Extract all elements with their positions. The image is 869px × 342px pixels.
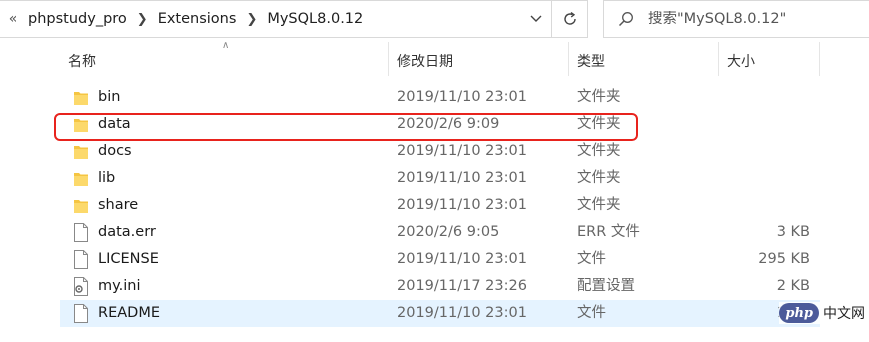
file-row[interactable]: my.ini 2019/11/17 23:26 配置设置 2 KB (60, 273, 820, 300)
chevron-down-icon[interactable] (521, 1, 551, 37)
toolbar: « phpstudy_pro ❯ Extensions ❯ MySQL8.0.1… (0, 0, 869, 42)
breadcrumb-mysql[interactable]: MySQL8.0.12 (263, 11, 371, 27)
folder-icon (73, 88, 89, 107)
file-size: 2 KB (776, 278, 810, 294)
breadcrumb-phpstudy-pro[interactable]: phpstudy_pro (24, 11, 135, 27)
file-name: lib (98, 170, 116, 186)
refresh-icon (563, 11, 576, 25)
file-name: data.err (98, 224, 156, 240)
watermark-text: 中文网 (823, 306, 865, 322)
breadcrumb-extensions[interactable]: Extensions (154, 11, 245, 27)
file-name: docs (98, 143, 132, 159)
folder-icon (73, 142, 89, 161)
chevron-right-icon[interactable]: ❯ (244, 12, 263, 27)
file-icon (73, 250, 89, 269)
file-date: 2020/2/6 9:05 (397, 224, 500, 240)
file-type: 配置设置 (577, 278, 635, 294)
file-list: bin 2019/11/10 23:01 文件夹 data 2020/2/6 9:09 文… (60, 84, 820, 327)
file-date: 2019/11/10 23:01 (397, 197, 527, 213)
file-type: 文件夹 (577, 143, 621, 159)
file-row[interactable]: share 2019/11/10 23:01 文件夹 (60, 192, 820, 219)
file-name: README (98, 305, 160, 321)
refresh-button[interactable] (552, 0, 588, 38)
file-name: my.ini (98, 278, 141, 294)
file-date: 2019/11/10 23:01 (397, 305, 527, 321)
column-header-type[interactable]: 类型 (568, 42, 718, 76)
file-name: LICENSE (98, 251, 159, 267)
search-icon (618, 11, 648, 27)
file-type: 文件 (577, 251, 606, 267)
file-type: 文件夹 (577, 197, 621, 213)
file-type: 文件夹 (577, 116, 621, 132)
folder-icon (73, 169, 89, 188)
column-header-date[interactable]: 修改日期 (388, 42, 568, 76)
file-date: 2019/11/10 23:01 (397, 89, 527, 105)
file-row[interactable]: README2019/11/10 23:01文件1 KB (60, 300, 820, 327)
folder-icon (73, 196, 89, 215)
column-header-size[interactable]: 大小 (718, 42, 820, 76)
file-icon (73, 223, 89, 242)
column-header-name[interactable]: 名称 (60, 42, 388, 76)
file-size: 295 KB (758, 251, 810, 267)
column-headers: ∧ 名称 修改日期 类型 大小 (60, 40, 820, 76)
search-box[interactable] (603, 0, 869, 38)
file-name: share (98, 197, 139, 213)
file-date: 2020/2/6 9:09 (397, 116, 500, 132)
file-type: 文件夹 (577, 89, 621, 105)
file-date: 2019/11/17 23:26 (397, 278, 527, 294)
watermark: php 中文网 (779, 302, 865, 324)
file-type: ERR 文件 (577, 224, 640, 240)
file-row[interactable]: lib 2019/11/10 23:01 文件夹 (60, 165, 820, 192)
search-input[interactable] (648, 11, 858, 27)
file-row[interactable]: data 2020/2/6 9:09 文件夹 (60, 111, 820, 138)
address-bar[interactable]: « phpstudy_pro ❯ Extensions ❯ MySQL8.0.1… (0, 0, 552, 38)
file-date: 2019/11/10 23:01 (397, 170, 527, 186)
file-row[interactable]: data.err 2020/2/6 9:05 ERR 文件 3 KB (60, 219, 820, 246)
file-type: 文件夹 (577, 170, 621, 186)
back-chevron[interactable]: « (2, 11, 24, 27)
file-row[interactable]: docs 2019/11/10 23:01 文件夹 (60, 138, 820, 165)
file-row[interactable]: LICENSE 2019/11/10 23:01 文件 295 KB (60, 246, 820, 273)
folder-icon (73, 115, 89, 134)
file-type: 文件 (577, 305, 606, 321)
php-logo: php (779, 303, 819, 323)
file-icon (73, 304, 89, 323)
file-name: data (98, 116, 131, 132)
chevron-right-icon[interactable]: ❯ (135, 12, 154, 27)
file-date: 2019/11/10 23:01 (397, 143, 527, 159)
settings-file-icon (73, 277, 89, 296)
file-date: 2019/11/10 23:01 (397, 251, 527, 267)
file-name: bin (98, 89, 121, 105)
file-size: 3 KB (776, 224, 810, 240)
file-row[interactable]: bin 2019/11/10 23:01 文件夹 (60, 84, 820, 111)
